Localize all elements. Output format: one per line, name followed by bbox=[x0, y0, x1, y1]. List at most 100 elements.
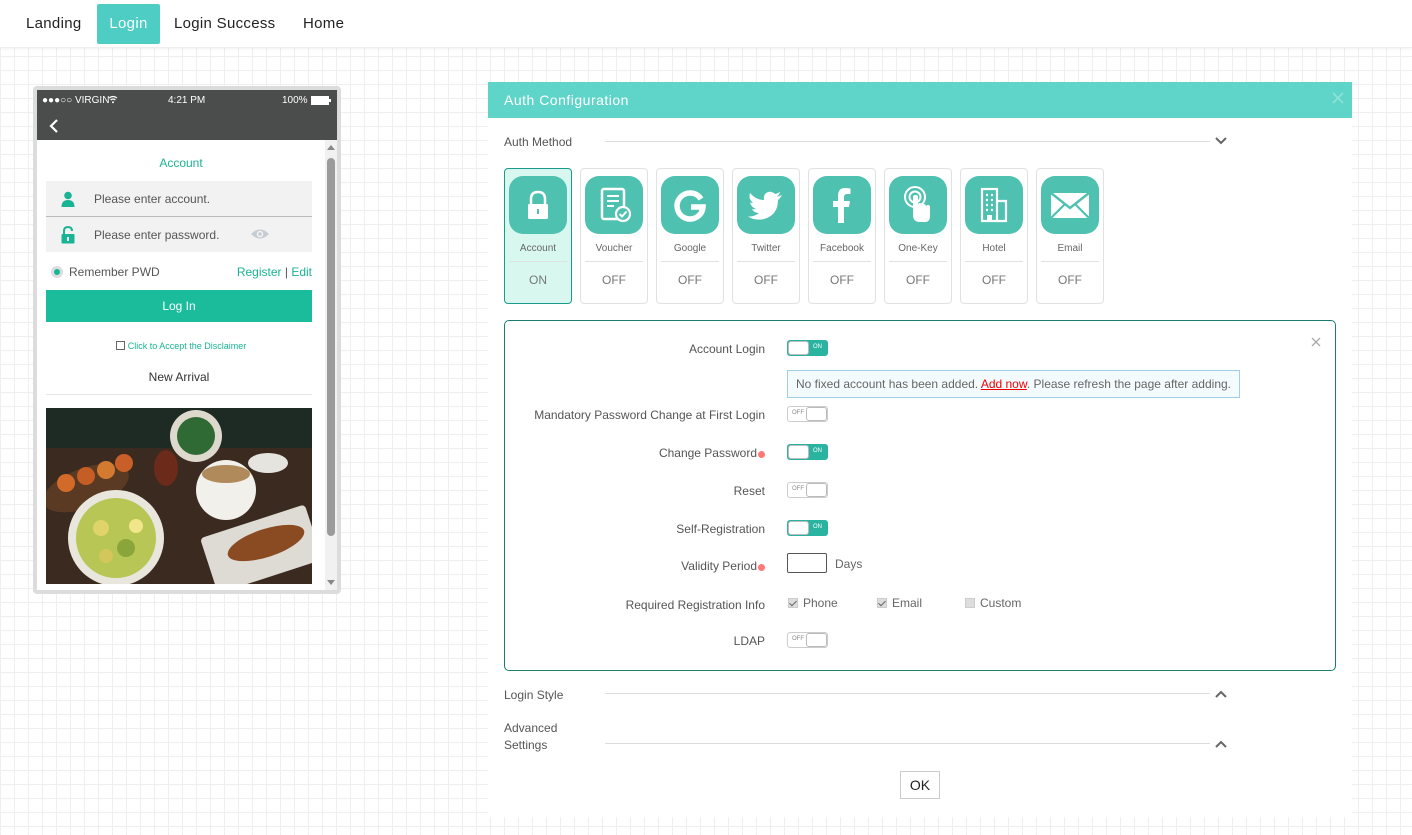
method-icon-box bbox=[509, 176, 567, 234]
custom-label: Custom bbox=[980, 596, 1022, 610]
change-password-toggle[interactable]: ON bbox=[787, 444, 828, 460]
close-icon[interactable] bbox=[1311, 337, 1321, 347]
toggle-knob bbox=[806, 407, 827, 421]
chevron-up-icon[interactable] bbox=[1215, 740, 1227, 748]
method-divider bbox=[889, 261, 947, 262]
account-input[interactable]: Please enter account. bbox=[46, 181, 312, 216]
method-email[interactable]: Email OFF bbox=[1036, 168, 1104, 304]
lock-icon bbox=[528, 190, 548, 219]
toggle-text: OFF bbox=[792, 410, 804, 416]
no-account-notice: No fixed account has been added. Add now… bbox=[787, 370, 1240, 398]
back-chevron-icon[interactable] bbox=[49, 119, 59, 133]
method-voucher[interactable]: Voucher OFF bbox=[580, 168, 648, 304]
carrier-label: ●●●○○ VIRGIN bbox=[42, 95, 110, 106]
tab-login-success[interactable]: Login Success bbox=[174, 4, 275, 44]
method-facebook[interactable]: Facebook OFF bbox=[808, 168, 876, 304]
method-name: Account bbox=[519, 243, 557, 254]
status-time: 4:21 PM bbox=[168, 95, 206, 106]
ok-button[interactable]: OK bbox=[900, 771, 940, 799]
custom-checkbox[interactable]: Custom bbox=[965, 596, 1021, 610]
method-name: Google bbox=[673, 243, 707, 254]
method-hotel[interactable]: Hotel OFF bbox=[960, 168, 1028, 304]
scroll-thumb[interactable] bbox=[327, 158, 335, 536]
account-placeholder: Please enter account. bbox=[94, 192, 211, 206]
method-state: OFF bbox=[678, 273, 702, 287]
checkbox-box[interactable] bbox=[877, 598, 887, 608]
method-icon-box bbox=[737, 176, 795, 234]
panel-title: Auth Configuration bbox=[504, 92, 629, 108]
method-icon-box bbox=[813, 176, 871, 234]
reset-toggle[interactable]: OFF bbox=[787, 482, 828, 498]
facebook-icon bbox=[833, 188, 851, 223]
advanced-settings-label-line2: Settings bbox=[504, 738, 548, 752]
tab-landing[interactable]: Landing bbox=[26, 4, 82, 44]
info-icon[interactable] bbox=[758, 564, 765, 571]
add-now-link[interactable]: Add now bbox=[981, 377, 1027, 391]
validity-days-input[interactable] bbox=[787, 553, 827, 573]
register-link[interactable]: Register bbox=[237, 265, 282, 279]
auth-method-label: Auth Method bbox=[504, 135, 573, 149]
mandatory-password-change-toggle[interactable]: OFF bbox=[787, 406, 828, 422]
method-google[interactable]: Google OFF bbox=[656, 168, 724, 304]
toggle-text: ON bbox=[813, 524, 822, 530]
wifi-icon bbox=[108, 95, 118, 104]
envelope-icon bbox=[1050, 192, 1090, 219]
checkbox-box[interactable] bbox=[788, 598, 798, 608]
battery-icon bbox=[311, 96, 331, 105]
phone-checkbox[interactable]: Phone bbox=[788, 596, 838, 610]
method-divider bbox=[1041, 261, 1099, 262]
disclaimer-box[interactable] bbox=[115, 341, 125, 350]
method-icon-box bbox=[585, 176, 643, 234]
account-login-details: Account Login ON No fixed account has be… bbox=[504, 320, 1336, 671]
disclaimer-checkbox[interactable]: Click to Accept the Disclaimer bbox=[37, 341, 325, 351]
ldap-toggle[interactable]: OFF bbox=[787, 632, 828, 648]
user-icon bbox=[61, 191, 75, 207]
notice-text: No fixed account has been added. bbox=[796, 377, 981, 391]
chevron-down-icon[interactable] bbox=[1215, 137, 1227, 145]
eye-icon[interactable] bbox=[250, 227, 270, 241]
edit-link[interactable]: Edit bbox=[291, 265, 312, 279]
scroll-up-arrow-icon[interactable] bbox=[327, 145, 335, 150]
method-divider bbox=[965, 261, 1023, 262]
battery-label: 100% bbox=[282, 95, 308, 106]
email-label: Email bbox=[892, 596, 923, 610]
tab-login[interactable]: Login bbox=[97, 4, 160, 44]
phone-label: Phone bbox=[803, 596, 838, 610]
password-input[interactable]: Please enter password. bbox=[46, 217, 312, 252]
tap-finger-icon bbox=[904, 186, 930, 222]
login-button[interactable]: Log In bbox=[46, 290, 312, 322]
self-registration-toggle[interactable]: ON bbox=[787, 520, 828, 536]
chevron-up-icon[interactable] bbox=[1215, 690, 1227, 698]
validity-period-text: Validity Period bbox=[681, 559, 757, 573]
email-checkbox[interactable]: Email bbox=[877, 596, 922, 610]
method-name: Facebook bbox=[820, 243, 864, 254]
close-icon[interactable] bbox=[1330, 90, 1346, 106]
login-style-label: Login Style bbox=[504, 688, 564, 702]
info-icon[interactable] bbox=[758, 451, 765, 458]
tab-home[interactable]: Home bbox=[303, 4, 344, 44]
phone-content: Account Please enter account. Please ent… bbox=[37, 140, 325, 590]
phone-scrollbar[interactable] bbox=[325, 140, 337, 590]
advanced-settings-label-line1: Advanced bbox=[504, 721, 558, 735]
method-twitter[interactable]: Twitter OFF bbox=[732, 168, 800, 304]
account-login-toggle[interactable]: ON bbox=[787, 340, 828, 356]
panel-header: Auth Configuration bbox=[488, 82, 1352, 118]
method-account[interactable]: Account ON bbox=[504, 168, 572, 304]
method-state: OFF bbox=[830, 273, 854, 287]
remember-pwd-radio[interactable]: Remember PWD bbox=[51, 265, 160, 279]
change-password-label: Change Password bbox=[659, 446, 765, 460]
account-title: Account bbox=[159, 156, 203, 170]
reset-label: Reset bbox=[733, 484, 765, 498]
toggle-text: ON bbox=[813, 344, 822, 350]
method-state: OFF bbox=[602, 273, 626, 287]
scroll-down-arrow-icon[interactable] bbox=[327, 580, 335, 585]
method-one-key[interactable]: One-Key OFF bbox=[884, 168, 952, 304]
validity-period-label: Validity Period bbox=[681, 559, 765, 573]
phone-nav-bar bbox=[37, 112, 337, 140]
link-separator: | bbox=[284, 265, 288, 279]
auth-configuration-panel: Auth Configuration Auth Method Account O… bbox=[488, 82, 1352, 817]
section-divider bbox=[605, 141, 1210, 142]
checkbox-box[interactable] bbox=[965, 598, 975, 608]
lock-icon bbox=[61, 226, 75, 244]
toggle-text: ON bbox=[813, 448, 822, 454]
